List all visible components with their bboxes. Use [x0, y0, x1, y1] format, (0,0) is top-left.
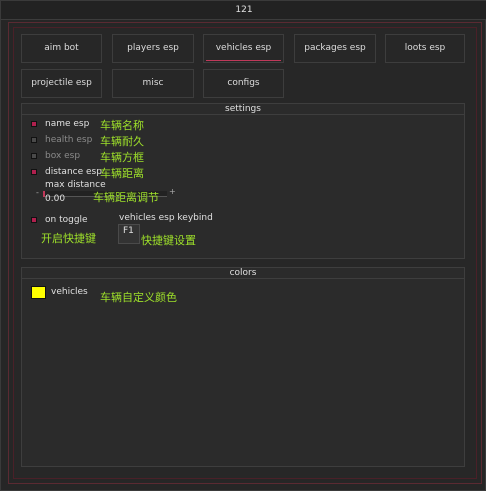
box-esp-note: 车辆方框 [100, 151, 144, 164]
checkbox-box [31, 217, 37, 223]
slider-increment-button[interactable]: + [169, 187, 176, 196]
health-esp-checkbox[interactable]: health esp [31, 134, 92, 146]
max-distance-note: 车辆距离调节 [93, 191, 159, 204]
keybind-button[interactable]: F1 [118, 224, 140, 244]
tab-packages-esp[interactable]: packages esp [294, 34, 376, 63]
tab-players-esp[interactable]: players esp [112, 34, 194, 63]
keybind-note: 快捷键设置 [141, 234, 196, 247]
vehicles-color-swatch[interactable] [31, 286, 46, 299]
tab-loots-esp[interactable]: loots esp [385, 34, 465, 63]
name-esp-checkbox[interactable]: name esp [31, 118, 89, 130]
colors-group: colors [21, 267, 465, 467]
checkbox-label: box esp [45, 151, 81, 161]
health-esp-note: 车辆耐久 [100, 135, 144, 148]
tab-configs[interactable]: configs [203, 69, 284, 98]
vehicles-color-label: vehicles [51, 287, 88, 297]
window-title: 121 [1, 1, 486, 20]
checkbox-box [31, 169, 37, 175]
on-toggle-checkbox[interactable]: on toggle [31, 214, 88, 226]
distance-esp-note: 车辆距离 [100, 167, 144, 180]
checkbox-box [31, 121, 37, 127]
distance-esp-checkbox[interactable]: distance esp [31, 166, 102, 178]
active-tab-indicator [206, 60, 281, 61]
tab-vehicles-esp[interactable]: vehicles esp [203, 34, 284, 63]
slider-decrement-button[interactable]: - [36, 188, 39, 197]
checkbox-label: health esp [45, 135, 93, 145]
checkbox-label: on toggle [45, 215, 88, 225]
checkbox-label: distance esp [45, 167, 102, 177]
tab-misc[interactable]: misc [112, 69, 194, 98]
checkbox-label: name esp [45, 119, 90, 129]
max-distance-value: 0.00 [45, 194, 66, 204]
colors-header: colors [22, 268, 464, 279]
box-esp-checkbox[interactable]: box esp [31, 150, 80, 162]
app-window: 121 aim bot players esp vehicles esp pac… [0, 0, 486, 491]
checkbox-box [31, 153, 37, 159]
name-esp-note: 车辆名称 [100, 119, 144, 132]
vehicles-color-note: 车辆自定义颜色 [100, 291, 177, 304]
on-toggle-note: 开启快捷键 [41, 232, 96, 245]
checkbox-box [31, 137, 37, 143]
keybind-label: vehicles esp keybind [119, 213, 213, 223]
tab-aim-bot[interactable]: aim bot [21, 34, 102, 63]
settings-header: settings [22, 104, 464, 115]
tab-projectile-esp[interactable]: projectile esp [21, 69, 102, 98]
